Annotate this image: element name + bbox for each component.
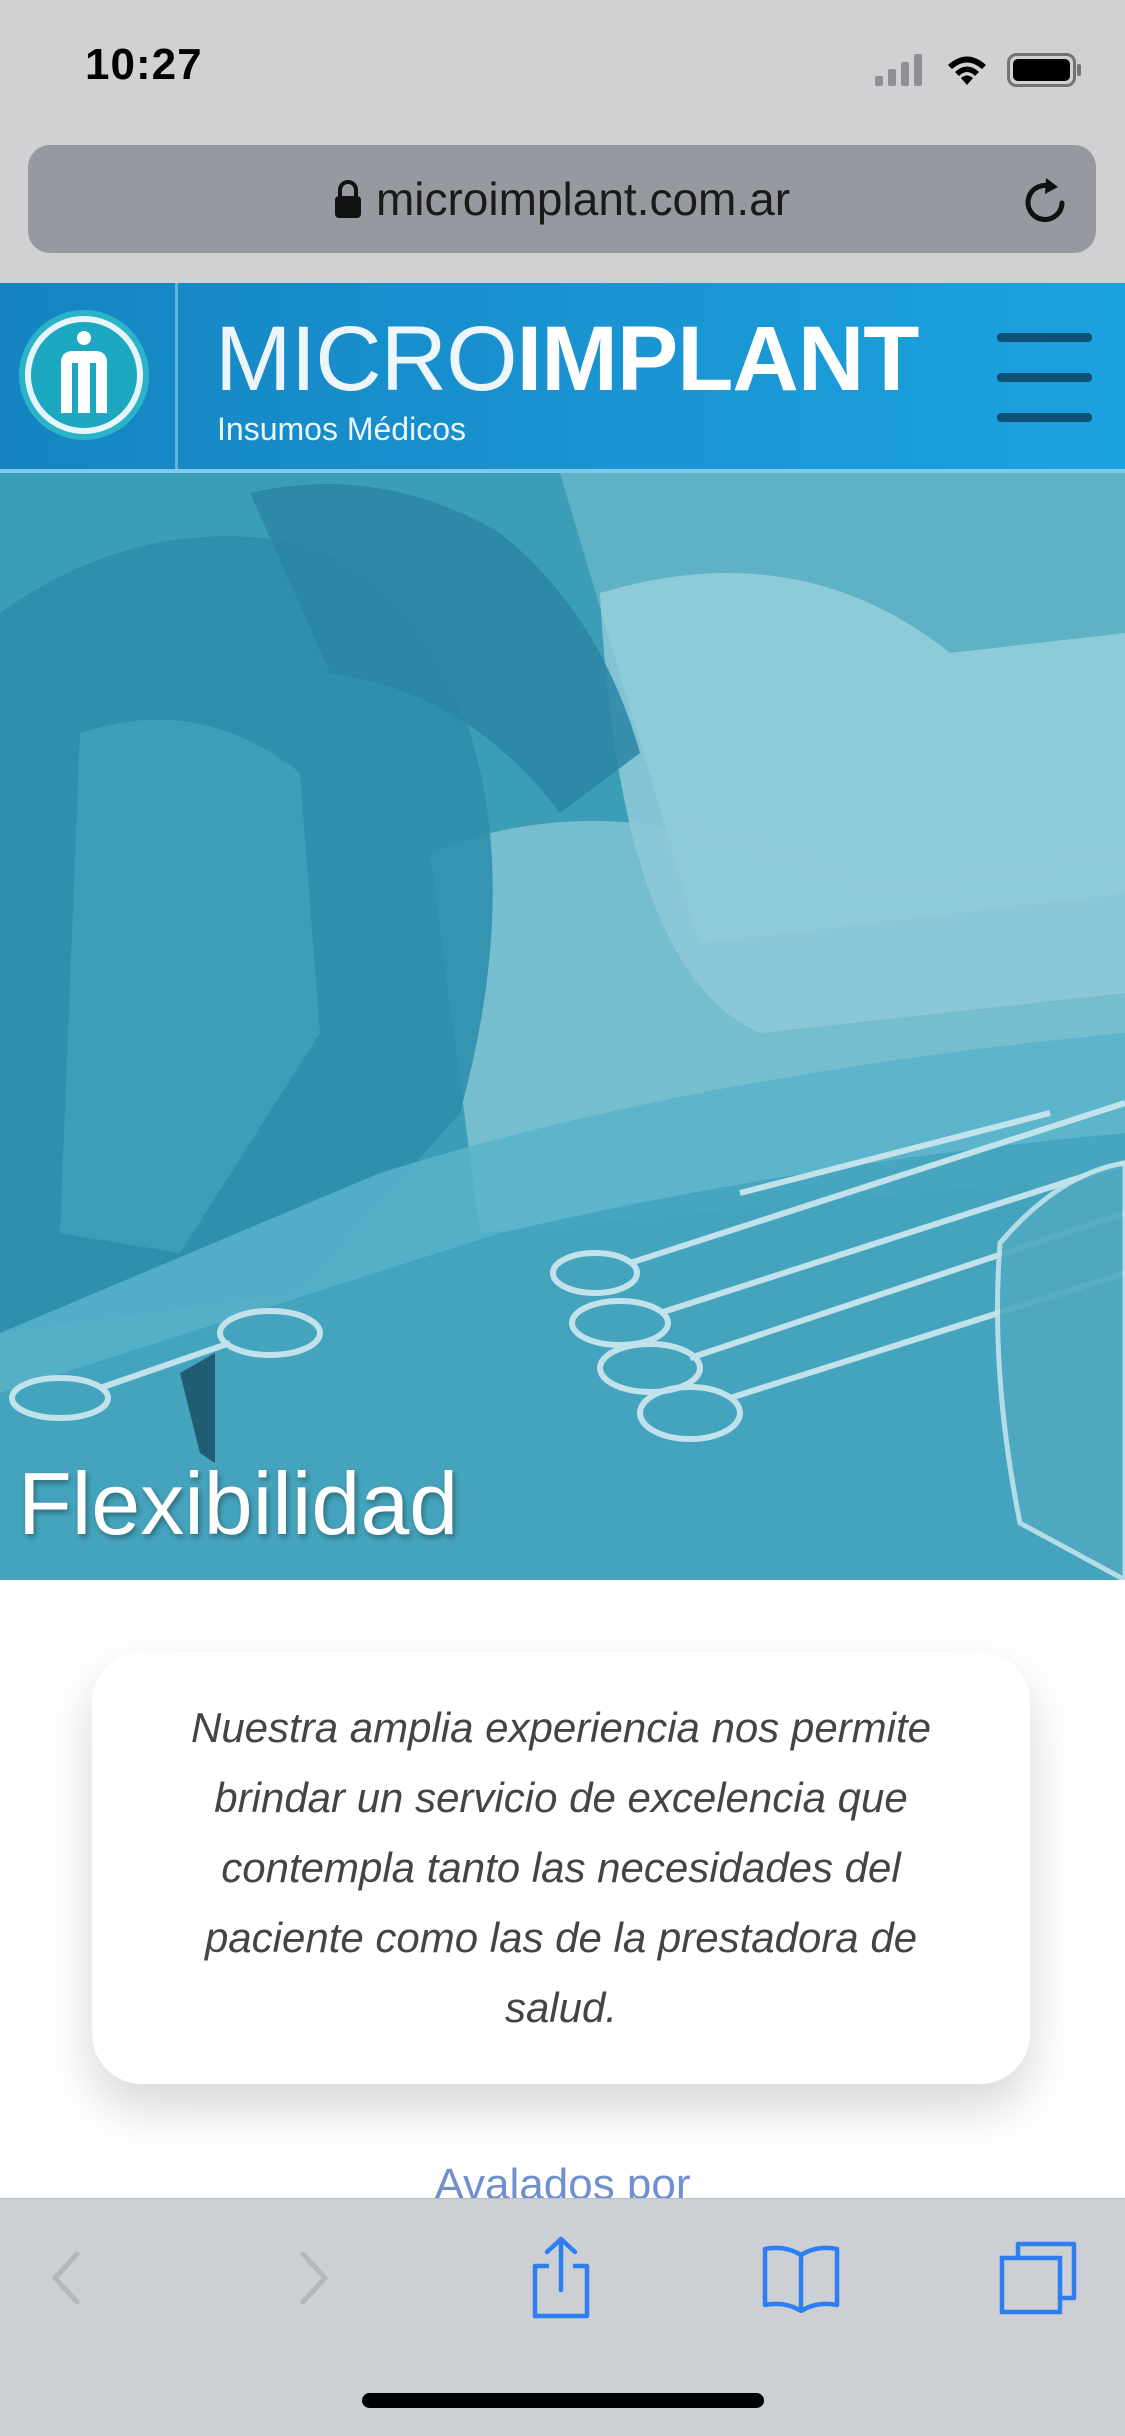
bookmarks-icon bbox=[762, 2245, 840, 2313]
address-bar-content: microimplant.com.ar bbox=[28, 145, 1096, 253]
wifi-icon bbox=[948, 56, 986, 85]
address-bar[interactable]: microimplant.com.ar bbox=[28, 145, 1096, 253]
status-bar: 10:27 bbox=[0, 0, 1125, 135]
share-button[interactable] bbox=[516, 2233, 606, 2323]
status-icons bbox=[875, 50, 1083, 90]
hero-banner: Flexibilidad bbox=[0, 473, 1125, 1580]
signal-icon bbox=[875, 54, 922, 86]
back-button[interactable] bbox=[20, 2233, 110, 2323]
card-text: Nuestra amplia experiencia nos permite b… bbox=[190, 1704, 932, 2031]
tagline: Insumos Médicos bbox=[217, 411, 466, 447]
forward-button[interactable] bbox=[270, 2233, 360, 2323]
brand-bold: IMPLANT bbox=[516, 308, 920, 410]
tabs-icon bbox=[999, 2241, 1077, 2315]
section-heading-peek: Avalados por bbox=[434, 2160, 691, 2200]
forward-icon bbox=[300, 2251, 328, 2305]
bookmarks-button[interactable] bbox=[756, 2233, 846, 2323]
hero-image bbox=[0, 473, 1125, 1580]
content-section: Nuestra amplia experiencia nos permite b… bbox=[0, 1580, 1125, 2200]
hero-title: Flexibilidad bbox=[18, 1454, 459, 1553]
info-card: Nuestra amplia experiencia nos permite b… bbox=[92, 1652, 1030, 2084]
hamburger-icon[interactable] bbox=[997, 333, 1092, 422]
back-icon bbox=[52, 2251, 80, 2305]
lock-icon bbox=[334, 180, 361, 218]
tabs-button[interactable] bbox=[993, 2233, 1083, 2323]
status-time: 10:27 bbox=[85, 40, 203, 89]
site-header: MICROIMPLANT Insumos Médicos bbox=[0, 283, 1125, 473]
browser-chrome: microimplant.com.ar bbox=[0, 135, 1125, 283]
share-icon bbox=[532, 2236, 590, 2319]
brand-name: MICROIMPLANT bbox=[215, 313, 919, 405]
reload-icon[interactable] bbox=[1022, 175, 1070, 225]
brand-light: MICRO bbox=[215, 308, 518, 410]
battery-icon bbox=[1007, 53, 1081, 87]
logo[interactable] bbox=[0, 283, 178, 469]
url-text: microimplant.com.ar bbox=[375, 173, 791, 225]
home-indicator[interactable] bbox=[362, 2393, 764, 2408]
logo-icon bbox=[19, 310, 149, 440]
